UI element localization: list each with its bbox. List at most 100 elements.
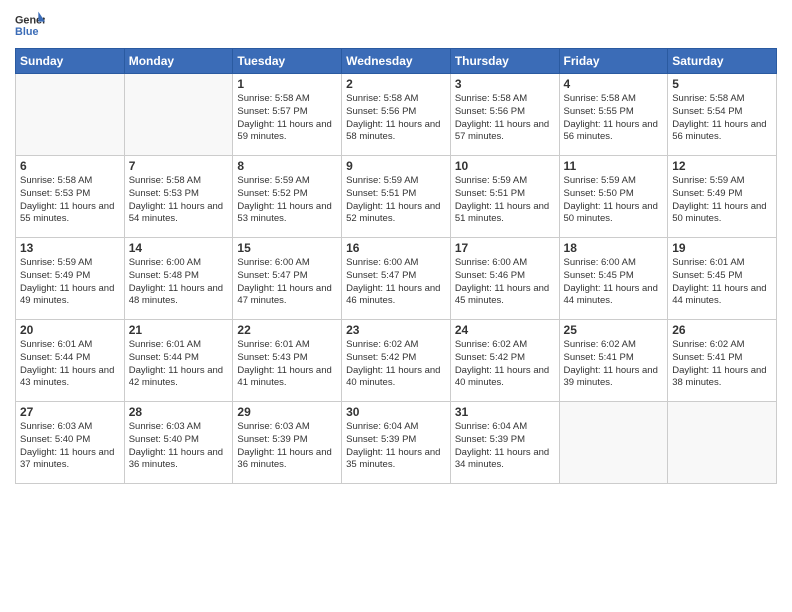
weekday-header-cell: Tuesday	[233, 49, 342, 74]
day-info: Sunrise: 5:59 AMSunset: 5:50 PMDaylight:…	[564, 175, 664, 226]
calendar-day-cell: 25 Sunrise: 6:02 AMSunset: 5:41 PMDayligh…	[559, 320, 668, 402]
day-number: 13	[20, 241, 120, 255]
day-info: Sunrise: 6:03 AMSunset: 5:39 PMDaylight:…	[237, 421, 337, 472]
calendar-day-cell: 4Sunrise: 5:58 AMSunset: 5:55 PMDaylight…	[559, 74, 668, 156]
calendar-day-cell	[124, 74, 233, 156]
calendar-day-cell: 1 Sunrise: 5:58 AMSunset: 5:57 PMDaylight…	[233, 74, 342, 156]
day-info: Sunrise: 6:03 AMSunset: 5:40 PMDaylight:…	[129, 421, 229, 472]
calendar-day-cell: 10Sunrise: 5:59 AMSunset: 5:51 PMDayligh…	[450, 156, 559, 238]
day-number: 21	[129, 323, 229, 337]
day-number: 19	[672, 241, 772, 255]
weekday-header-cell: Monday	[124, 49, 233, 74]
day-number: 29	[237, 405, 337, 419]
day-number: 10	[455, 159, 555, 173]
day-number: 11	[564, 159, 664, 173]
calendar-day-cell: 11 Sunrise: 5:59 AMSunset: 5:50 PMDayligh…	[559, 156, 668, 238]
logo-icon: General Blue	[15, 10, 45, 40]
calendar-day-cell	[668, 402, 777, 484]
calendar-day-cell: 22 Sunrise: 6:01 AMSunset: 5:43 PMDayligh…	[233, 320, 342, 402]
weekday-header-cell: Thursday	[450, 49, 559, 74]
calendar-day-cell: 29 Sunrise: 6:03 AMSunset: 5:39 PMDayligh…	[233, 402, 342, 484]
weekday-header-row: SundayMondayTuesdayWednesdayThursdayFrid…	[16, 49, 777, 74]
header: General Blue	[15, 10, 777, 40]
day-number: 31	[455, 405, 555, 419]
calendar-day-cell: 2Sunrise: 5:58 AMSunset: 5:56 PMDaylight…	[342, 74, 451, 156]
day-number: 7	[129, 159, 229, 173]
day-number: 17	[455, 241, 555, 255]
day-number: 6	[20, 159, 120, 173]
day-info: Sunrise: 5:58 AMSunset: 5:57 PMDaylight:…	[237, 93, 337, 144]
day-info: Sunrise: 5:59 AMSunset: 5:51 PMDaylight:…	[346, 175, 446, 226]
weekday-header-cell: Saturday	[668, 49, 777, 74]
calendar-day-cell: 9Sunrise: 5:59 AMSunset: 5:51 PMDaylight…	[342, 156, 451, 238]
day-info: Sunrise: 6:00 AMSunset: 5:45 PMDaylight:…	[564, 257, 664, 308]
day-info: Sunrise: 5:59 AMSunset: 5:49 PMDaylight:…	[20, 257, 120, 308]
day-info: Sunrise: 6:02 AMSunset: 5:41 PMDaylight:…	[564, 339, 664, 390]
day-number: 24	[455, 323, 555, 337]
day-number: 2	[346, 77, 446, 91]
day-info: Sunrise: 6:04 AMSunset: 5:39 PMDaylight:…	[455, 421, 555, 472]
calendar-day-cell: 24 Sunrise: 6:02 AMSunset: 5:42 PMDayligh…	[450, 320, 559, 402]
day-number: 3	[455, 77, 555, 91]
calendar-day-cell: 3 Sunrise: 5:58 AMSunset: 5:56 PMDaylight…	[450, 74, 559, 156]
day-info: Sunrise: 6:00 AMSunset: 5:47 PMDaylight:…	[237, 257, 337, 308]
calendar-day-cell: 16 Sunrise: 6:00 AMSunset: 5:47 PMDayligh…	[342, 238, 451, 320]
calendar-week-row: 20 Sunrise: 6:01 AMSunset: 5:44 PMDayligh…	[16, 320, 777, 402]
calendar-week-row: 13 Sunrise: 5:59 AMSunset: 5:49 PMDayligh…	[16, 238, 777, 320]
calendar-week-row: 1 Sunrise: 5:58 AMSunset: 5:57 PMDaylight…	[16, 74, 777, 156]
calendar-day-cell: 19 Sunrise: 6:01 AMSunset: 5:45 PMDayligh…	[668, 238, 777, 320]
day-number: 20	[20, 323, 120, 337]
calendar-day-cell: 18 Sunrise: 6:00 AMSunset: 5:45 PMDayligh…	[559, 238, 668, 320]
day-info: Sunrise: 5:59 AMSunset: 5:49 PMDaylight:…	[672, 175, 772, 226]
day-info: Sunrise: 5:58 AMSunset: 5:53 PMDaylight:…	[129, 175, 229, 226]
calendar-day-cell: 20 Sunrise: 6:01 AMSunset: 5:44 PMDayligh…	[16, 320, 125, 402]
calendar-day-cell: 8Sunrise: 5:59 AMSunset: 5:52 PMDaylight…	[233, 156, 342, 238]
day-number: 30	[346, 405, 446, 419]
calendar-week-row: 6 Sunrise: 5:58 AMSunset: 5:53 PMDaylight…	[16, 156, 777, 238]
calendar-day-cell: 15 Sunrise: 6:00 AMSunset: 5:47 PMDayligh…	[233, 238, 342, 320]
day-info: Sunrise: 5:58 AMSunset: 5:56 PMDaylight:…	[455, 93, 555, 144]
calendar-day-cell: 5Sunrise: 5:58 AMSunset: 5:54 PMDaylight…	[668, 74, 777, 156]
calendar-day-cell: 27 Sunrise: 6:03 AMSunset: 5:40 PMDayligh…	[16, 402, 125, 484]
day-info: Sunrise: 6:02 AMSunset: 5:42 PMDaylight:…	[455, 339, 555, 390]
day-number: 14	[129, 241, 229, 255]
logo: General Blue	[15, 10, 45, 40]
day-number: 28	[129, 405, 229, 419]
day-info: Sunrise: 6:02 AMSunset: 5:42 PMDaylight:…	[346, 339, 446, 390]
calendar-body: 1 Sunrise: 5:58 AMSunset: 5:57 PMDaylight…	[16, 74, 777, 484]
day-info: Sunrise: 6:02 AMSunset: 5:41 PMDaylight:…	[672, 339, 772, 390]
day-number: 22	[237, 323, 337, 337]
weekday-header-cell: Wednesday	[342, 49, 451, 74]
day-number: 18	[564, 241, 664, 255]
calendar-day-cell: 26Sunrise: 6:02 AMSunset: 5:41 PMDayligh…	[668, 320, 777, 402]
day-number: 25	[564, 323, 664, 337]
day-info: Sunrise: 6:00 AMSunset: 5:48 PMDaylight:…	[129, 257, 229, 308]
calendar-day-cell: 21 Sunrise: 6:01 AMSunset: 5:44 PMDayligh…	[124, 320, 233, 402]
day-info: Sunrise: 6:01 AMSunset: 5:43 PMDaylight:…	[237, 339, 337, 390]
calendar-day-cell: 31 Sunrise: 6:04 AMSunset: 5:39 PMDayligh…	[450, 402, 559, 484]
day-number: 27	[20, 405, 120, 419]
day-info: Sunrise: 6:01 AMSunset: 5:44 PMDaylight:…	[20, 339, 120, 390]
calendar-table: SundayMondayTuesdayWednesdayThursdayFrid…	[15, 48, 777, 484]
day-info: Sunrise: 6:00 AMSunset: 5:46 PMDaylight:…	[455, 257, 555, 308]
calendar-day-cell: 30Sunrise: 6:04 AMSunset: 5:39 PMDayligh…	[342, 402, 451, 484]
calendar-day-cell	[16, 74, 125, 156]
calendar-day-cell: 14 Sunrise: 6:00 AMSunset: 5:48 PMDayligh…	[124, 238, 233, 320]
weekday-header-cell: Sunday	[16, 49, 125, 74]
calendar-day-cell: 12Sunrise: 5:59 AMSunset: 5:49 PMDayligh…	[668, 156, 777, 238]
day-info: Sunrise: 5:59 AMSunset: 5:52 PMDaylight:…	[237, 175, 337, 226]
day-info: Sunrise: 6:03 AMSunset: 5:40 PMDaylight:…	[20, 421, 120, 472]
day-info: Sunrise: 6:00 AMSunset: 5:47 PMDaylight:…	[346, 257, 446, 308]
day-number: 1	[237, 77, 337, 91]
day-info: Sunrise: 6:01 AMSunset: 5:45 PMDaylight:…	[672, 257, 772, 308]
weekday-header-cell: Friday	[559, 49, 668, 74]
calendar-week-row: 27 Sunrise: 6:03 AMSunset: 5:40 PMDayligh…	[16, 402, 777, 484]
page-container: General Blue SundayMondayTuesdayWednesda…	[0, 0, 792, 612]
day-number: 23	[346, 323, 446, 337]
day-number: 16	[346, 241, 446, 255]
day-info: Sunrise: 5:58 AMSunset: 5:55 PMDaylight:…	[564, 93, 664, 144]
day-info: Sunrise: 5:58 AMSunset: 5:54 PMDaylight:…	[672, 93, 772, 144]
day-info: Sunrise: 6:01 AMSunset: 5:44 PMDaylight:…	[129, 339, 229, 390]
calendar-day-cell	[559, 402, 668, 484]
day-number: 15	[237, 241, 337, 255]
